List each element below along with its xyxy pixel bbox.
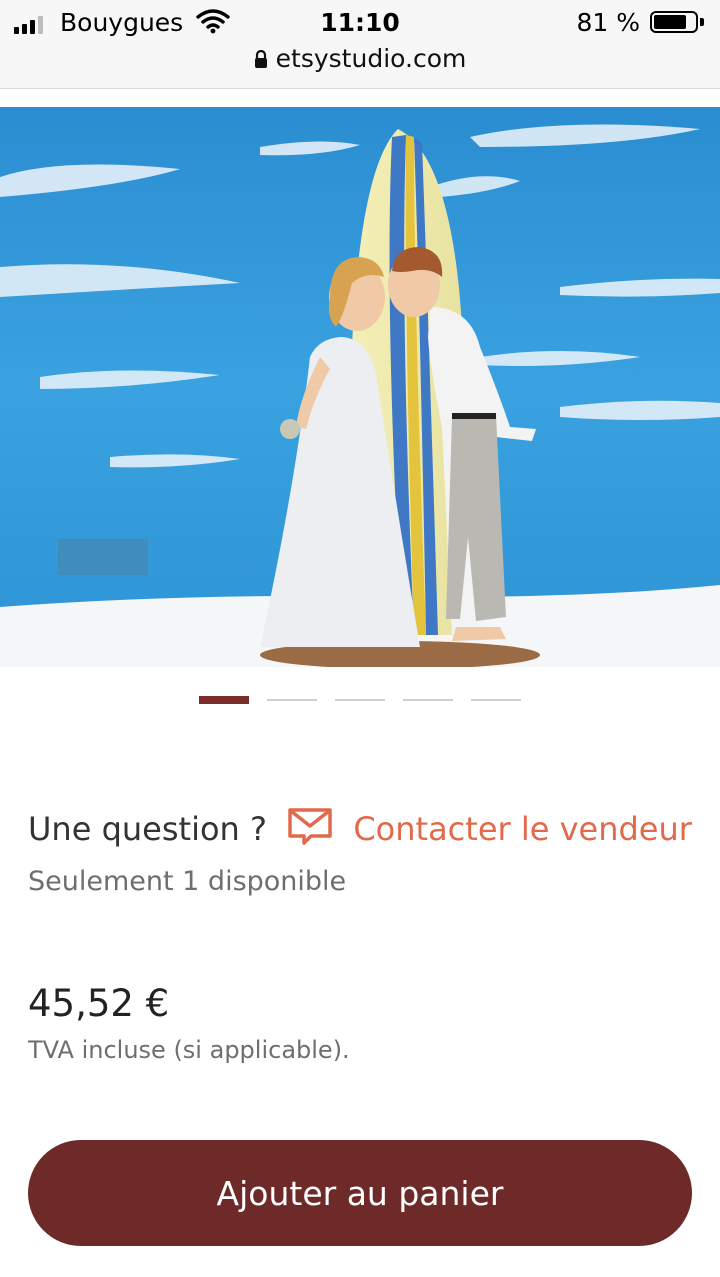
- battery-percent: 81 %: [576, 8, 640, 37]
- lock-icon: [254, 46, 268, 75]
- carousel-dot-1[interactable]: [199, 696, 249, 704]
- carousel-dot-2[interactable]: [267, 699, 317, 701]
- battery-level: [654, 15, 687, 29]
- product-image[interactable]: [0, 107, 720, 667]
- status-bar: Bouygues 11:10 81 % etsystudio.com: [0, 0, 720, 89]
- question-row: Une question ? Contacter le vendeur: [28, 806, 692, 854]
- stock-availability: Seulement 1 disponible: [28, 866, 347, 897]
- carousel-dot-3[interactable]: [335, 699, 385, 701]
- address-bar[interactable]: etsystudio.com: [0, 44, 720, 75]
- add-to-cart-button[interactable]: Ajouter au panier: [28, 1140, 692, 1246]
- mail-icon[interactable]: [287, 806, 333, 854]
- url-text: etsystudio.com: [275, 44, 467, 73]
- image-carousel-indicators: [0, 696, 720, 704]
- battery-icon: [650, 11, 698, 33]
- vat-note: TVA incluse (si applicable).: [28, 1036, 350, 1064]
- carousel-dot-4[interactable]: [403, 699, 453, 701]
- contact-seller-link[interactable]: Contacter le vendeur: [353, 810, 692, 848]
- carousel-dot-5[interactable]: [471, 699, 521, 701]
- question-label: Une question ?: [28, 810, 267, 848]
- product-price: 45,52 €: [28, 982, 170, 1025]
